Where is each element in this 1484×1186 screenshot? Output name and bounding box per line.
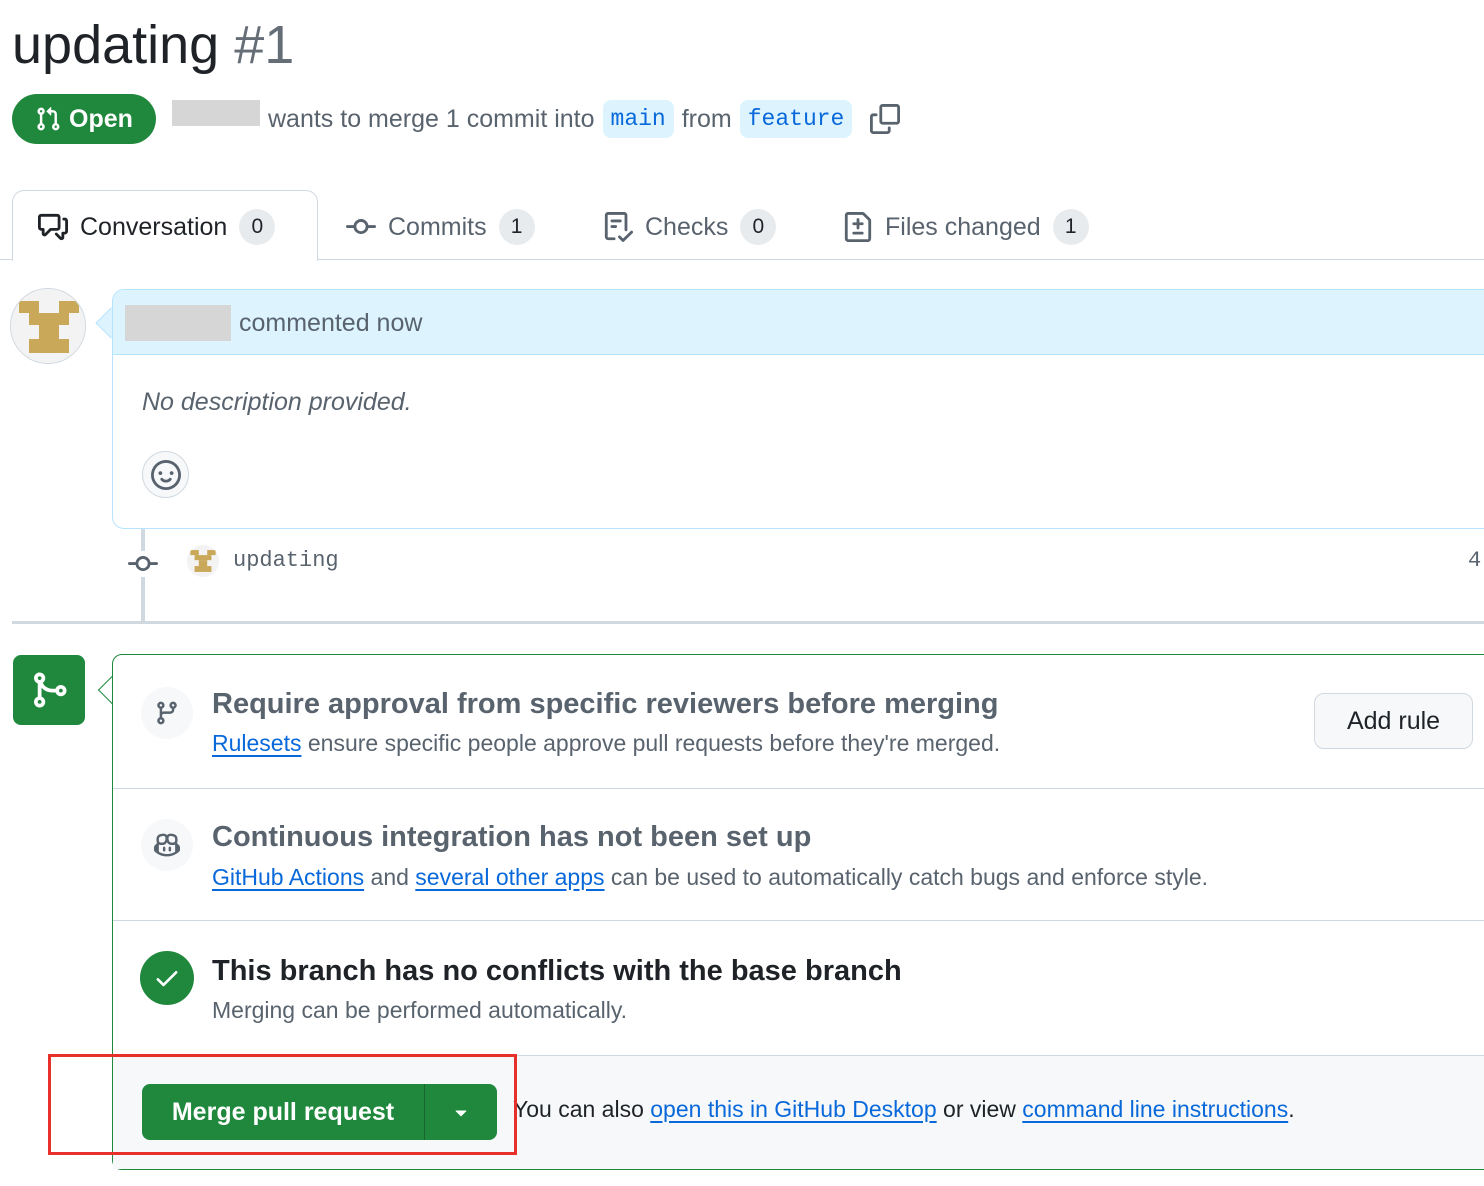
- footer-mid: or view: [943, 1096, 1016, 1122]
- rulesets-link[interactable]: Rulesets: [212, 730, 301, 756]
- author-avatar[interactable]: [10, 288, 86, 364]
- pr-state-label: Open: [69, 104, 133, 133]
- highlight-annotation-box: [48, 1054, 517, 1155]
- ci-title: Continuous integration has not been set …: [212, 821, 812, 853]
- tab-checks-label: Checks: [645, 212, 729, 241]
- rule-title: Require approval from specific reviewers…: [212, 688, 999, 720]
- pr-title: updating #1: [12, 14, 294, 76]
- tab-commits-label: Commits: [388, 212, 487, 241]
- conflict-title: This branch has no conflicts with the ba…: [212, 955, 902, 987]
- base-branch-chip[interactable]: main: [602, 100, 674, 138]
- tab-checks[interactable]: Checks 0: [603, 206, 777, 248]
- section-divider: [113, 920, 1484, 921]
- comment-body: No description provided.: [142, 388, 412, 416]
- rule-description: Rulesets ensure specific people approve …: [212, 730, 1000, 757]
- author-name-redacted: [172, 100, 260, 126]
- git-branch-icon: [157, 701, 177, 725]
- rule-desc-text: ensure specific people approve pull requ…: [307, 730, 1001, 756]
- check-icon: [156, 971, 178, 987]
- identicon-avatar-icon: [187, 545, 219, 577]
- section-divider: [113, 788, 1484, 789]
- head-branch-chip[interactable]: feature: [739, 100, 853, 138]
- tab-files-changed[interactable]: Files changed 1: [843, 206, 1089, 248]
- git-pull-request-icon: [37, 106, 60, 131]
- tab-files-changed-count: 1: [1052, 209, 1089, 245]
- comment-timestamp: commented now: [239, 309, 423, 337]
- other-apps-link[interactable]: several other apps: [415, 864, 604, 890]
- commit-message-link[interactable]: updating: [233, 548, 339, 573]
- commenter-name-redacted: [125, 305, 231, 341]
- checklist-icon: [604, 212, 633, 242]
- copilot-icon: [154, 833, 180, 857]
- footer-suffix: .: [1288, 1096, 1295, 1122]
- open-in-desktop-link[interactable]: open this in GitHub Desktop: [650, 1096, 936, 1122]
- commit-icon: [127, 551, 159, 577]
- footer-prefix: You can also: [513, 1096, 644, 1122]
- merge-description: wants to merge 1 commit into: [268, 104, 595, 133]
- commit-sha[interactable]: 4: [1468, 548, 1481, 573]
- file-diff-icon: [844, 212, 872, 242]
- pr-meta: wants to merge 1 commit into main from f…: [268, 100, 901, 138]
- tab-checks-count: 0: [740, 209, 777, 245]
- smiley-icon: [150, 459, 181, 490]
- command-line-instructions-link[interactable]: command line instructions: [1022, 1096, 1288, 1122]
- tab-commits-count: 1: [498, 209, 535, 245]
- pr-title-text: updating: [12, 15, 220, 75]
- git-commit-icon: [346, 219, 376, 235]
- ci-and-text: and: [370, 864, 409, 890]
- copy-icon[interactable]: [870, 104, 901, 134]
- tab-commits[interactable]: Commits 1: [346, 206, 535, 248]
- git-merge-icon: [34, 672, 67, 708]
- pr-number: #1: [234, 15, 295, 75]
- pr-state-badge: Open: [12, 94, 156, 144]
- commit-author-avatar[interactable]: [187, 545, 219, 577]
- tab-conversation-label: Conversation: [80, 212, 228, 241]
- merge-status-icon-box: [13, 655, 85, 725]
- branch-rule-icon-circle: [141, 687, 193, 739]
- ci-description: GitHub Actions and several other apps ca…: [212, 864, 1208, 891]
- merge-footer-text: You can also open this in GitHub Desktop…: [513, 1096, 1295, 1123]
- github-actions-link[interactable]: GitHub Actions: [212, 864, 364, 890]
- tab-files-changed-label: Files changed: [885, 212, 1041, 241]
- tab-conversation-count: 0: [239, 209, 276, 245]
- comment-discussion-icon: [38, 213, 68, 241]
- add-reaction-button[interactable]: [142, 451, 189, 498]
- no-conflicts-status: [140, 951, 194, 1005]
- ci-icon-circle: [141, 819, 193, 871]
- conflict-description: Merging can be performed automatically.: [212, 997, 628, 1023]
- tab-conversation[interactable]: Conversation 0: [38, 206, 276, 248]
- from-text: from: [681, 104, 732, 133]
- add-rule-button[interactable]: Add rule: [1314, 693, 1473, 749]
- ci-desc-text: can be used to automatically catch bugs …: [610, 864, 1209, 890]
- timeline-divider: [12, 621, 1484, 624]
- identicon-avatar-icon: [11, 289, 85, 363]
